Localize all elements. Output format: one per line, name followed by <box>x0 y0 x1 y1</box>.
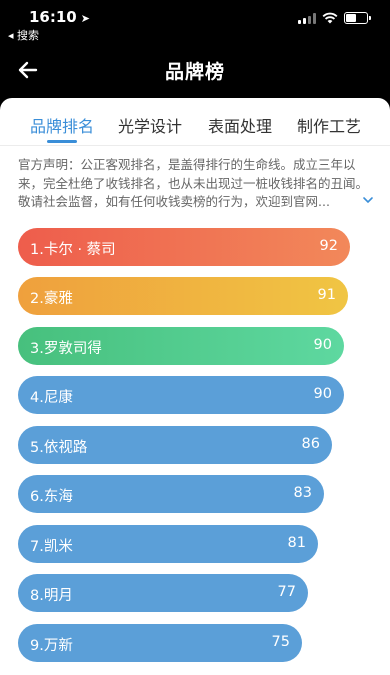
wifi-icon <box>322 12 338 24</box>
ranking-score: 75 <box>271 634 290 650</box>
tab-bar: 品牌排名 光学设计 表面处理 制作工艺 <box>0 98 390 146</box>
ranking-score: 90 <box>313 337 332 353</box>
ranking-item[interactable]: 4.尼康 90 <box>18 376 344 414</box>
tab-brand-ranking[interactable]: 品牌排名 <box>30 113 94 137</box>
page-title: 品牌榜 <box>164 61 225 83</box>
ranking-score: 92 <box>319 238 338 254</box>
ranking-score: 83 <box>293 485 312 501</box>
content-sheet: 品牌排名 光学设计 表面处理 制作工艺 官方声明：公正客观排名，是盖得排行的生命… <box>0 98 390 675</box>
ranking-item[interactable]: 8.明月 77 <box>18 574 308 612</box>
ranking-item[interactable]: 5.依视路 86 <box>18 426 332 464</box>
tab-manufacturing-process[interactable]: 制作工艺 <box>297 113 361 137</box>
ranking-score: 91 <box>317 287 336 303</box>
tab-surface-treatment[interactable]: 表面处理 <box>208 113 272 137</box>
status-bar: 16:10 ➤ ◂ 搜索 <box>0 0 390 44</box>
status-indicators <box>298 12 371 24</box>
tabs-divider <box>0 145 390 146</box>
active-tab-indicator <box>47 140 77 143</box>
nav-bar: 品牌榜 <box>0 44 390 96</box>
ranking-item[interactable]: 7.凯米 81 <box>18 525 318 563</box>
battery-icon <box>344 12 371 24</box>
location-arrow-icon: ➤ <box>80 12 90 25</box>
ranking-brand: 5.依视路 <box>30 440 88 456</box>
ranking-item[interactable]: 2.豪雅 91 <box>18 277 348 315</box>
ranking-item[interactable]: 3.罗敦司得 90 <box>18 327 344 365</box>
ranking-score: 77 <box>277 584 296 600</box>
ranking-brand: 7.凯米 <box>30 539 73 555</box>
ranking-brand: 9.万新 <box>30 638 73 654</box>
ranking-item[interactable]: 6.东海 83 <box>18 475 324 513</box>
ranking-score: 90 <box>313 386 332 402</box>
ranking-score: 81 <box>287 535 306 551</box>
ranking-item[interactable]: 9.万新 75 <box>18 624 302 662</box>
ranking-item[interactable]: 1.卡尔 · 蔡司 92 <box>18 228 350 266</box>
status-time-text: 16:10 <box>29 8 77 26</box>
cellular-signal-icon <box>298 12 316 24</box>
chevron-down-icon[interactable] <box>362 195 374 205</box>
tab-optical-design[interactable]: 光学设计 <box>118 113 182 137</box>
ranking-brand: 1.卡尔 · 蔡司 <box>30 242 116 258</box>
ranking-brand: 3.罗敦司得 <box>30 341 102 357</box>
ranking-brand: 8.明月 <box>30 588 73 604</box>
ranking-score: 86 <box>301 436 320 452</box>
ranking-brand: 4.尼康 <box>30 390 73 406</box>
official-notice: 官方声明：公正客观排名，是盖得排行的生命线。成立三年以来，完全杜绝了收钱排名，也… <box>18 157 369 209</box>
ranking-brand: 2.豪雅 <box>30 291 73 307</box>
ranking-brand: 6.东海 <box>30 489 73 505</box>
back-to-app-link[interactable]: ◂ 搜索 <box>8 27 39 43</box>
battery-level <box>346 14 356 22</box>
status-time: 16:10 ➤ <box>29 8 90 26</box>
